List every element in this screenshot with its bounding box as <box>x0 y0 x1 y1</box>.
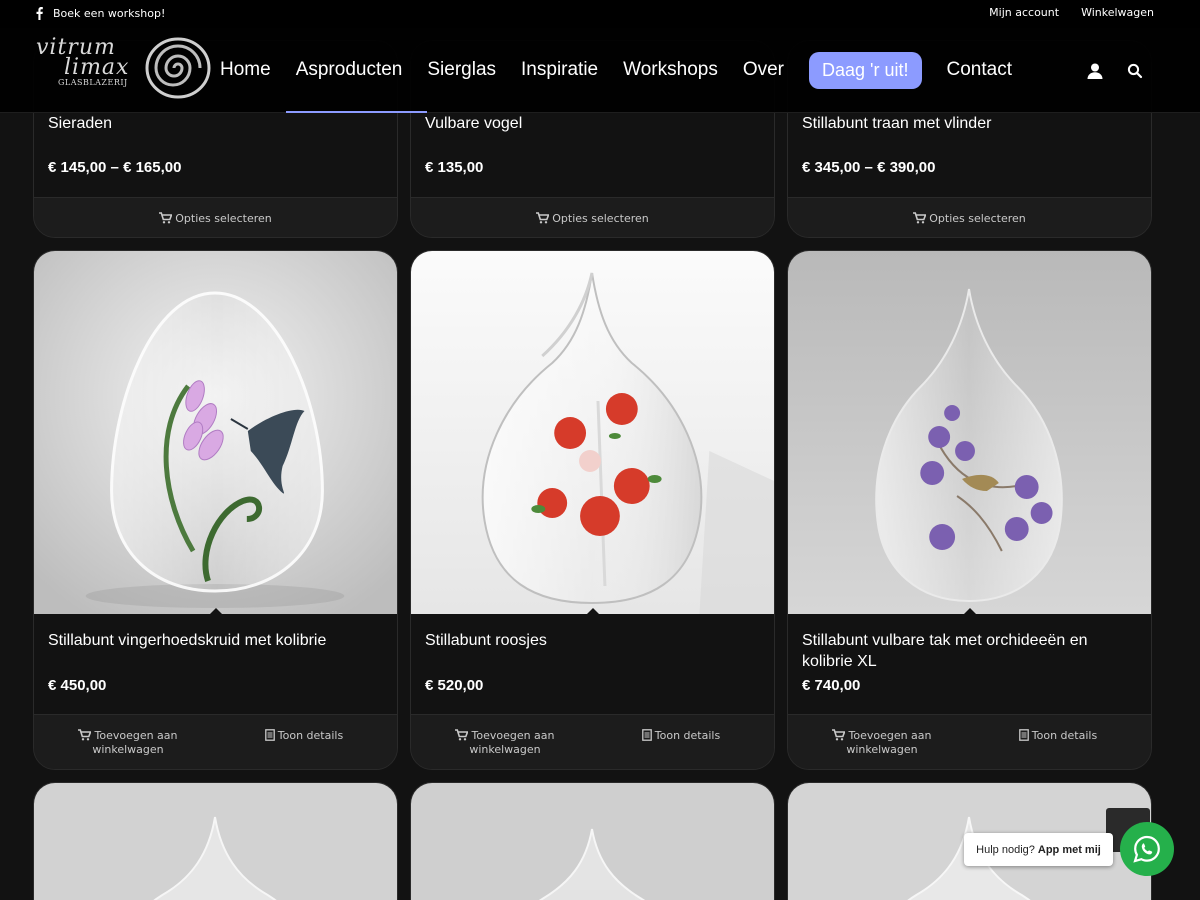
product-title[interactable]: Stillabunt traan met vlinder <box>802 113 1137 134</box>
product-actions: Toevoegen aan winkelwagen Toon details <box>34 714 397 769</box>
nav-inspiratie[interactable]: Inspiratie <box>521 59 598 81</box>
product-image[interactable] <box>34 251 397 614</box>
logo-line-2: limax <box>64 55 130 80</box>
show-details-label: Toon details <box>1031 729 1098 742</box>
product-price: € 450,00 <box>48 677 107 694</box>
product-card[interactable]: Stillabunt vingerhoedskruid met kolibrie… <box>33 250 398 770</box>
product-image[interactable] <box>411 783 774 900</box>
logo-line-3: GLASBLAZERIJ <box>58 78 128 87</box>
select-options-label: Opties selecteren <box>929 212 1026 225</box>
main-nav: Home Asproducten Sierglas Inspiratie Wor… <box>220 51 1037 89</box>
product-card[interactable] <box>33 782 398 900</box>
nav-home[interactable]: Home <box>220 59 271 81</box>
my-account-link[interactable]: Mijn account <box>989 6 1059 19</box>
document-icon <box>1018 729 1029 741</box>
add-to-cart-button[interactable]: Toevoegen aan winkelwagen <box>820 729 944 757</box>
book-workshop-link[interactable]: Boek een workshop! <box>33 6 165 20</box>
facebook-icon[interactable] <box>33 6 45 20</box>
snail-swirl-icon <box>145 37 211 99</box>
product-price: € 345,00 – € 390,00 <box>802 159 936 176</box>
product-actions: Toevoegen aan winkelwagen Toon details <box>788 714 1151 769</box>
select-options-button[interactable]: Opties selecteren <box>788 212 1151 226</box>
product-info <box>411 614 774 714</box>
product-card[interactable] <box>410 782 775 900</box>
product-title[interactable]: Vulbare vogel <box>425 113 760 134</box>
product-card[interactable]: Stillabunt vulbare tak met orchideeën en… <box>787 250 1152 770</box>
show-details-label: Toon details <box>277 729 344 742</box>
product-actions: Toevoegen aan winkelwagen Toon details <box>411 714 774 769</box>
product-actions: Opties selecteren <box>411 197 774 237</box>
cart-icon <box>536 212 550 224</box>
product-image[interactable] <box>34 783 397 900</box>
cart-icon <box>455 729 469 741</box>
help-text: Hulp nodig? <box>976 843 1035 856</box>
user-icon[interactable] <box>1086 62 1104 80</box>
search-icon[interactable] <box>1126 62 1144 80</box>
product-actions: Opties selecteren <box>34 197 397 237</box>
show-details-button[interactable]: Toon details <box>1003 729 1113 743</box>
product-info <box>34 614 397 714</box>
product-title[interactable]: Stillabunt vingerhoedskruid met kolibrie <box>48 630 383 651</box>
show-details-button[interactable]: Toon details <box>626 729 736 743</box>
product-card[interactable]: Stillabunt roosjes € 520,00 Toevoegen aa… <box>410 250 775 770</box>
select-options-label: Opties selecteren <box>552 212 649 225</box>
select-options-button[interactable]: Opties selecteren <box>34 212 397 226</box>
cart-icon <box>913 212 927 224</box>
logo-wordmark: vitrum limax GLASBLAZERIJ <box>36 37 148 88</box>
product-title[interactable]: Stillabunt vulbare tak met orchideeën en… <box>802 630 1137 672</box>
cart-icon <box>159 212 173 224</box>
nav-contact[interactable]: Contact <box>947 59 1012 81</box>
whatsapp-icon <box>1133 835 1160 863</box>
show-details-label: Toon details <box>654 729 721 742</box>
product-image[interactable] <box>788 251 1151 614</box>
cart-icon <box>78 729 92 741</box>
add-to-cart-button[interactable]: Toevoegen aan winkelwagen <box>443 729 567 757</box>
active-nav-indicator <box>286 111 427 113</box>
product-price: € 145,00 – € 165,00 <box>48 159 182 176</box>
product-price: € 740,00 <box>802 677 861 694</box>
nav-sierglas[interactable]: Sierglas <box>427 59 496 81</box>
main-header: vitrum limax GLASBLAZERIJ Home Asproduct… <box>0 28 1200 113</box>
cart-link[interactable]: Winkelwagen <box>1081 6 1154 19</box>
product-actions: Opties selecteren <box>788 197 1151 237</box>
document-icon <box>264 729 275 741</box>
nav-asproducten[interactable]: Asproducten <box>296 59 403 81</box>
product-price: € 520,00 <box>425 677 484 694</box>
nav-over[interactable]: Over <box>743 59 784 81</box>
help-bubble[interactable]: Hulp nodig? App met mij <box>964 833 1113 866</box>
product-title[interactable]: Sieraden <box>48 113 383 134</box>
add-to-cart-label: Toevoegen aan winkelwagen <box>846 729 932 756</box>
document-icon <box>641 729 652 741</box>
book-workshop-label[interactable]: Boek een workshop! <box>53 7 165 20</box>
nav-workshops[interactable]: Workshops <box>623 59 718 81</box>
show-details-button[interactable]: Toon details <box>249 729 359 743</box>
product-title[interactable]: Stillabunt roosjes <box>425 630 760 651</box>
product-image[interactable] <box>411 251 774 614</box>
add-to-cart-label: Toevoegen aan winkelwagen <box>469 729 555 756</box>
top-bar: Boek een workshop! Mijn account Winkelwa… <box>0 0 1200 28</box>
select-options-label: Opties selecteren <box>175 212 272 225</box>
help-bold-text: App met mij <box>1037 843 1101 856</box>
whatsapp-button[interactable] <box>1120 822 1174 876</box>
add-to-cart-label: Toevoegen aan winkelwagen <box>92 729 178 756</box>
site-logo[interactable]: vitrum limax GLASBLAZERIJ <box>36 36 216 104</box>
cart-icon <box>832 729 846 741</box>
nav-daag-r-uit-button[interactable]: Daag 'r uit! <box>809 51 922 89</box>
add-to-cart-button[interactable]: Toevoegen aan winkelwagen <box>66 729 190 757</box>
select-options-button[interactable]: Opties selecteren <box>411 212 774 226</box>
product-price: € 135,00 <box>425 159 484 176</box>
